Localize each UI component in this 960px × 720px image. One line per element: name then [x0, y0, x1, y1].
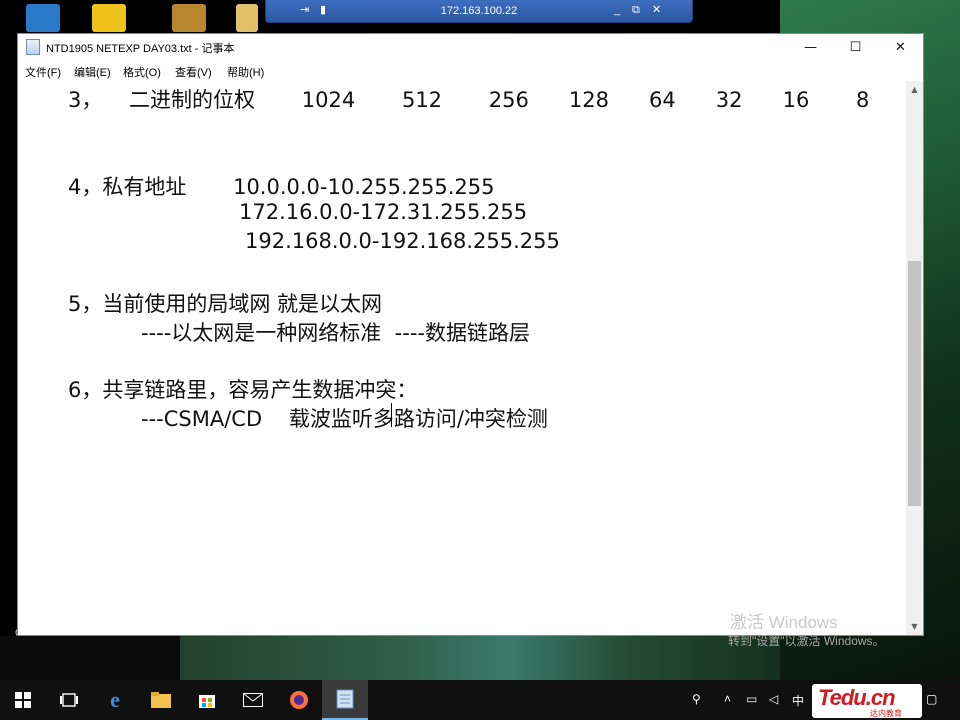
menu-view[interactable]: 查看(V) — [175, 64, 212, 80]
firefox-icon[interactable] — [276, 680, 322, 720]
task-view-icon[interactable] — [46, 680, 92, 720]
text-line: 172.16.0.0-172.31.255.255 — [239, 200, 528, 224]
close-button[interactable]: ✕ — [878, 34, 923, 60]
people-icon[interactable]: ⚲ — [692, 692, 701, 706]
folder-desktop-icon[interactable] — [236, 4, 258, 32]
menu-file[interactable]: 文件(F) — [25, 64, 61, 80]
remote-connection-bar: ⇥ ▮ 172.163.100.22 _ ⧉ ✕ — [265, 0, 693, 23]
activation-watermark-subtitle: 转到"设置"以激活 Windows。 — [728, 634, 885, 648]
text-line: 4，私有地址 10.0.0.0-10.255.255.255 — [68, 175, 495, 199]
text-line: 3， 二进制的位权 1024 512 256 128 64 32 16 8 4 … — [68, 88, 870, 112]
text-caret — [391, 403, 392, 427]
vertical-scrollbar[interactable]: ▲ ▼ — [906, 81, 923, 635]
remote-host-label: 172.163.100.22 — [440, 5, 518, 17]
notepad-window: NTD1905 NETEXP DAY03.txt - 记事本 — ☐ ✕ 文件(… — [17, 33, 924, 636]
notification-icon[interactable]: ▢ — [926, 692, 937, 706]
volume-icon[interactable]: ◁ — [769, 692, 778, 706]
window-title: NTD1905 NETEXP DAY03.txt - 记事本 — [46, 43, 235, 55]
rdp-close-icon[interactable]: ✕ — [652, 4, 661, 16]
edge-icon[interactable]: e — [92, 680, 138, 720]
text-line: 192.168.0.0-192.168.255.255 — [245, 229, 560, 253]
notepad-icon — [26, 39, 40, 55]
scroll-up-icon[interactable]: ▲ — [906, 81, 923, 98]
maximize-button[interactable]: ☐ — [833, 34, 878, 60]
menu-edit[interactable]: 编辑(E) — [74, 64, 111, 80]
rdp-minimize-icon[interactable]: _ — [614, 4, 620, 16]
minimize-button[interactable]: — — [788, 34, 833, 60]
notepad-taskbar-icon[interactable] — [322, 680, 368, 720]
text-line: ----以太网是一种网络标准 ----数据链路层 — [141, 321, 530, 345]
title-bar[interactable]: NTD1905 NETEXP DAY03.txt - 记事本 — ☐ ✕ — [18, 34, 923, 60]
virtualbox-desktop-icon[interactable] — [92, 4, 126, 32]
text-line: ---CSMA/CD 载波监听多路访问/冲突检测 — [141, 407, 548, 431]
tedu-logo: Tedu.cn 达内教育 — [812, 684, 922, 718]
text-line: 5，当前使用的局域网 就是以太网 — [68, 292, 383, 316]
battery-icon[interactable]: ▭ — [746, 692, 757, 706]
menu-format[interactable]: 格式(O) — [123, 64, 161, 80]
scroll-thumb[interactable] — [908, 261, 921, 506]
menu-bar: 文件(F) 编辑(E) 格式(O) 查看(V) 帮助(H) — [18, 61, 923, 81]
package-desktop-icon[interactable] — [172, 4, 206, 32]
brand-subtitle: 达内教育 — [870, 709, 902, 718]
text-editor[interactable]: 3， 二进制的位权 1024 512 256 128 64 32 16 8 4 … — [18, 81, 906, 635]
store-icon[interactable] — [184, 680, 230, 720]
activation-watermark-title: 激活 Windows — [730, 613, 838, 632]
menu-help[interactable]: 帮助(H) — [227, 64, 264, 80]
file-explorer-icon[interactable] — [138, 680, 184, 720]
text-line: 6，共享链路里，容易产生数据冲突： — [68, 378, 418, 402]
mail-icon[interactable] — [230, 680, 276, 720]
windows-logo-icon[interactable] — [0, 680, 46, 720]
desktop-shortcut-icon[interactable] — [26, 4, 60, 32]
rdp-restore-icon[interactable]: ⧉ — [632, 4, 640, 16]
ime-indicator[interactable]: 中 — [792, 692, 804, 709]
chevron-up-icon[interactable]: ˄ — [724, 692, 731, 706]
scroll-down-icon[interactable]: ▼ — [906, 618, 923, 635]
